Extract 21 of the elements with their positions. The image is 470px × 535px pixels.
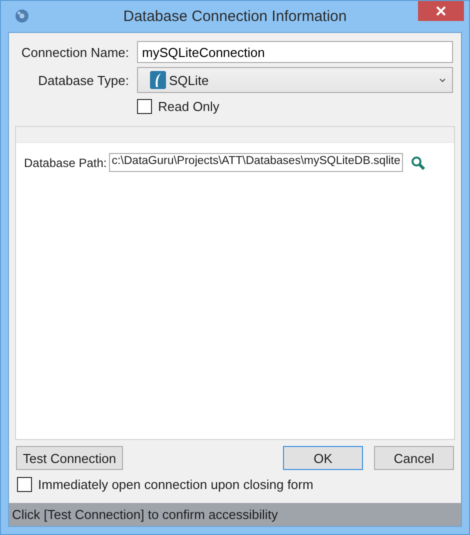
checkbox-label: Immediately open connection upon closing form (38, 477, 314, 492)
status-bar: Click [Test Connection] to confirm accessibility (9, 503, 461, 526)
dropdown-value: SQLite (169, 72, 210, 88)
checkbox[interactable] (17, 477, 32, 492)
window-title: Database Connection Information (122, 8, 348, 25)
checkbox[interactable] (137, 99, 152, 114)
checkbox-label: Read Only (158, 99, 220, 114)
database-type-dropdown[interactable]: SQLite (137, 67, 453, 93)
connection-name-field[interactable]: mySQLiteConnection (137, 41, 453, 63)
dialog-button[interactable]: Test Connection (16, 446, 123, 470)
field-label: Database Type: (37, 72, 130, 88)
close-button[interactable] (418, 1, 464, 21)
field-label: Database Path: (24, 156, 107, 170)
search-icon[interactable] (411, 156, 426, 170)
close-icon (436, 6, 446, 16)
field-label: Connection Name: (20, 44, 130, 60)
dialog-button[interactable]: Cancel (374, 446, 454, 470)
database-path-field[interactable]: c:\DataGuru\Projects\ATT\Databases\mySQLiteDB.sqlite (108, 153, 404, 172)
chevron-icon (439, 78, 446, 82)
feather-icon (150, 71, 166, 89)
dialog-button[interactable]: OK (283, 446, 363, 470)
